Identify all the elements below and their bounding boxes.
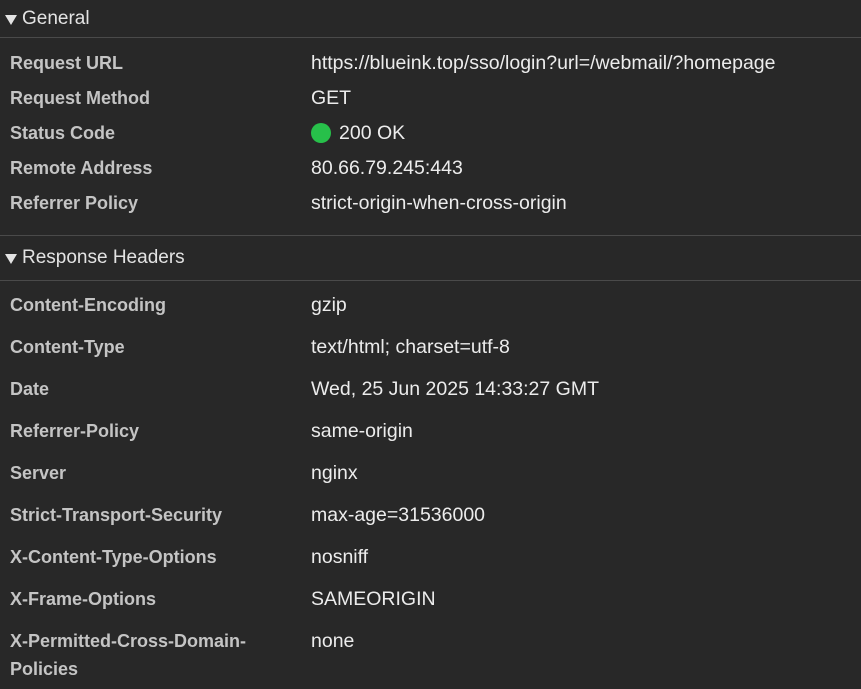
header-value[interactable]: SAMEORIGIN bbox=[311, 585, 436, 613]
header-row: Remote Address 80.66.79.245:443 bbox=[0, 154, 861, 189]
header-row: Content-Encoding gzip bbox=[0, 291, 861, 333]
header-value[interactable]: same-origin bbox=[311, 417, 413, 445]
header-key: X-Content-Type-Options bbox=[10, 547, 217, 567]
header-key-line: X-Permitted-Cross-Domain- bbox=[10, 631, 247, 651]
header-row: X-Frame-Options SAMEORIGIN bbox=[0, 585, 861, 627]
header-key: Request Method bbox=[10, 88, 151, 108]
general-rows: Request URL https://blueink.top/sso/logi… bbox=[0, 38, 861, 224]
response-headers-section-title: Response Headers bbox=[22, 247, 185, 268]
header-key: X-Frame-Options bbox=[10, 589, 157, 609]
header-row: Content-Type text/html; charset=utf-8 bbox=[0, 333, 861, 375]
general-section-title: General bbox=[22, 7, 90, 29]
header-row: Server nginx bbox=[0, 459, 861, 501]
status-code-value[interactable]: 200 OK bbox=[311, 119, 405, 147]
status-code-text: 200 OK bbox=[339, 122, 406, 144]
status-success-icon bbox=[311, 123, 331, 143]
header-value[interactable]: strict-origin-when-cross-origin bbox=[311, 189, 567, 217]
header-value[interactable]: none bbox=[311, 627, 354, 655]
header-value[interactable]: Wed, 25 Jun 2025 14:33:27 GMT bbox=[311, 375, 599, 403]
header-value[interactable]: GET bbox=[311, 84, 351, 112]
headers-panel: General Request URL https://blueink.top/… bbox=[0, 0, 861, 689]
header-row: Request Method GET bbox=[0, 84, 861, 119]
header-value[interactable]: nosniff bbox=[311, 543, 368, 571]
header-row: Request URL https://blueink.top/sso/logi… bbox=[0, 49, 861, 84]
header-value[interactable]: 80.66.79.245:443 bbox=[311, 154, 463, 182]
header-key: X-Permitted-Cross-Domain- Policies bbox=[0, 627, 311, 683]
header-value[interactable]: text/html; charset=utf-8 bbox=[311, 333, 510, 361]
header-row: X-Permitted-Cross-Domain- Policies none bbox=[0, 627, 861, 679]
header-key: Strict-Transport-Security bbox=[10, 505, 223, 525]
header-key: Server bbox=[10, 463, 67, 483]
response-header-rows: Content-Encoding gzip Content-Type text/… bbox=[0, 281, 861, 679]
header-key-line: Policies bbox=[10, 659, 79, 679]
header-key: Status Code bbox=[10, 123, 116, 143]
header-row: Referrer Policy strict-origin-when-cross… bbox=[0, 189, 861, 224]
header-row: Referrer-Policy same-origin bbox=[0, 417, 861, 459]
header-value[interactable]: max-age=31536000 bbox=[311, 501, 485, 529]
header-value[interactable]: gzip bbox=[311, 291, 347, 319]
header-key: Content-Type bbox=[10, 337, 125, 357]
header-row: X-Content-Type-Options nosniff bbox=[0, 543, 861, 585]
header-row: Status Code 200 OK bbox=[0, 119, 861, 154]
header-value[interactable]: nginx bbox=[311, 459, 358, 487]
header-key: Request URL bbox=[10, 53, 124, 73]
general-section-header[interactable]: General bbox=[0, 0, 861, 38]
header-row: Strict-Transport-Security max-age=315360… bbox=[0, 501, 861, 543]
expand-triangle-icon bbox=[5, 14, 17, 25]
response-headers-section-header[interactable]: Response Headers bbox=[0, 235, 861, 281]
header-key: Remote Address bbox=[10, 158, 153, 178]
header-key: Date bbox=[10, 379, 50, 399]
header-row: Date Wed, 25 Jun 2025 14:33:27 GMT bbox=[0, 375, 861, 417]
request-url-value[interactable]: https://blueink.top/sso/login?url=/webma… bbox=[311, 49, 776, 77]
header-key: Referrer Policy bbox=[10, 193, 139, 213]
header-key: Referrer-Policy bbox=[10, 421, 140, 441]
expand-triangle-icon bbox=[5, 254, 17, 264]
header-key: Content-Encoding bbox=[10, 295, 166, 315]
